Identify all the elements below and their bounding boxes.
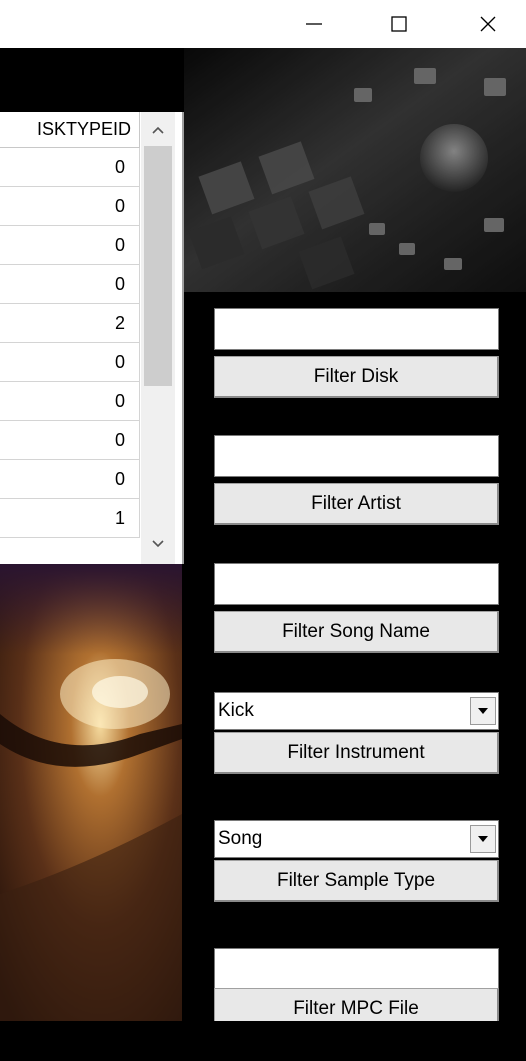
filter-artist-button[interactable]: Filter Artist [214,483,499,525]
dropdown-arrow-icon [478,836,488,842]
scrollbar-thumb[interactable] [144,146,172,386]
table-row[interactable]: 1 [0,499,140,538]
chevron-down-icon [152,540,164,548]
mpc-pads-image [184,48,526,292]
dropdown-arrow-icon [478,708,488,714]
sample-type-select[interactable]: Song [214,820,499,858]
mpc-file-filter-input[interactable] [214,948,499,990]
instrument-select[interactable]: Kick [214,692,499,730]
table-row[interactable]: 0 [0,382,140,421]
table-row[interactable]: 0 [0,265,140,304]
chevron-up-icon [152,126,164,134]
filter-song-name-button[interactable]: Filter Song Name [214,611,499,653]
table-row[interactable]: 0 [0,421,140,460]
minimize-icon [306,23,322,25]
turntable-image [0,564,182,1021]
sample-type-select-value: Song [218,828,263,849]
sample-type-dropdown-button[interactable] [470,825,496,853]
maximize-button[interactable] [369,0,429,48]
filter-sample-type-button[interactable]: Filter Sample Type [214,860,499,902]
instrument-select-value: Kick [218,700,254,721]
filter-instrument-button[interactable]: Filter Instrument [214,732,499,774]
table-row[interactable]: 0 [0,226,140,265]
table-row[interactable]: 0 [0,148,140,187]
minimize-button[interactable] [284,0,344,48]
scroll-down-button[interactable] [141,528,175,560]
table-row[interactable]: 0 [0,460,140,499]
table-body: 0 0 0 0 2 0 0 0 0 1 [0,148,140,538]
table-row[interactable]: 0 [0,187,140,226]
disk-table: ISKTYPEID 0 0 0 0 2 0 0 0 0 1 [0,112,184,564]
filter-disk-button[interactable]: Filter Disk [214,356,499,398]
song-name-filter-input[interactable] [214,563,499,605]
scroll-up-button[interactable] [141,114,175,146]
window-titlebar [0,0,526,48]
artist-filter-input[interactable] [214,435,499,477]
bottom-area [0,1021,526,1061]
header-band [0,48,184,110]
table-row[interactable]: 2 [0,304,140,343]
disk-filter-input[interactable] [214,308,499,350]
vertical-scrollbar[interactable] [141,112,175,564]
instrument-dropdown-button[interactable] [470,697,496,725]
close-button[interactable] [458,0,518,48]
column-header-disktypeid[interactable]: ISKTYPEID [0,112,140,148]
maximize-icon [391,16,407,32]
table-row[interactable]: 0 [0,343,140,382]
close-icon [480,16,496,32]
